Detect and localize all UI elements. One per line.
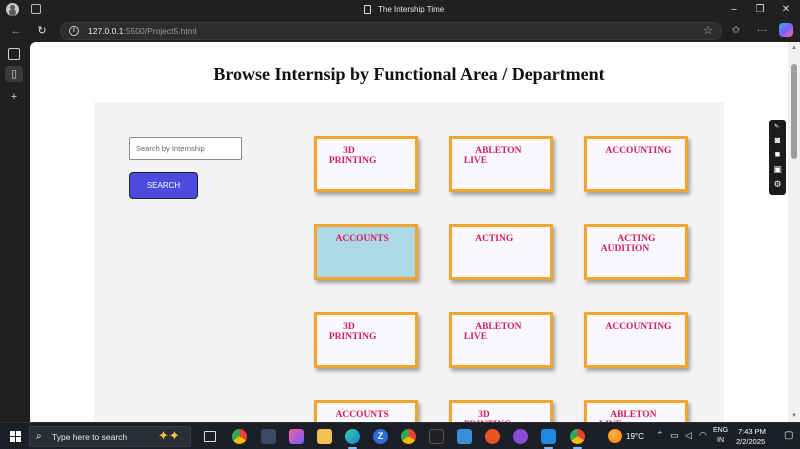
scroll-up-icon[interactable]: ▲ bbox=[791, 45, 797, 51]
content-panel: SEARCH 3D PRINTING ABLETON LIVE ACCOUNTI… bbox=[94, 102, 724, 422]
category-card-label: 3D PRINTING bbox=[464, 410, 512, 422]
page-viewport: Browse Internsip by Functional Area / De… bbox=[30, 42, 788, 422]
scrollbar-thumb[interactable] bbox=[791, 64, 797, 159]
vertical-tab-sidebar: ▯ + bbox=[0, 42, 28, 422]
taskbar-search-box[interactable]: ⌕ Type here to search ✦✦ bbox=[29, 426, 191, 447]
video-camera-icon[interactable]: ■ bbox=[772, 149, 783, 160]
battery-icon[interactable]: ▭ bbox=[670, 430, 679, 441]
title-bar: The Intership Time – ❐ ✕ bbox=[0, 0, 800, 20]
minimize-button[interactable]: – bbox=[727, 3, 741, 17]
category-card-label: ACTING bbox=[452, 234, 514, 244]
edge-icon[interactable] bbox=[345, 429, 360, 449]
chrome-window-icon[interactable] bbox=[570, 429, 585, 449]
close-button[interactable]: ✕ bbox=[779, 3, 793, 17]
file-explorer-icon[interactable] bbox=[317, 429, 332, 444]
tab-actions-icon[interactable] bbox=[8, 48, 20, 60]
sparkle-icon: ✦✦ bbox=[158, 428, 180, 443]
reload-button[interactable]: ↻ bbox=[35, 24, 49, 38]
category-card-label: ACTING AUDITION bbox=[600, 234, 656, 254]
workspaces-icon[interactable] bbox=[31, 4, 41, 14]
category-card[interactable]: ACCOUNTING bbox=[584, 312, 688, 368]
category-card[interactable]: ACCOUNTS bbox=[314, 224, 418, 280]
category-card-label: 3D PRINTING bbox=[328, 322, 377, 342]
github-desktop-icon[interactable] bbox=[513, 429, 528, 444]
category-card-label: ACCOUNTING bbox=[587, 322, 672, 332]
photos-app-icon[interactable] bbox=[261, 429, 276, 444]
vscode-icon[interactable] bbox=[541, 429, 556, 449]
back-button[interactable]: ← bbox=[9, 24, 23, 38]
profile-avatar-icon[interactable] bbox=[6, 3, 19, 16]
search-button[interactable]: SEARCH bbox=[129, 172, 198, 199]
browser-toolbar: ← ↻ i 127.0.0.1:5500/Project5.html ☆ ✩ ·… bbox=[0, 20, 800, 42]
restore-button[interactable]: ❐ bbox=[753, 3, 767, 17]
window-capture-icon[interactable]: ▣ bbox=[772, 164, 783, 175]
taskbar-search-text: Type here to search bbox=[52, 432, 128, 442]
chrome-profile-icon[interactable] bbox=[401, 429, 416, 444]
clock-date[interactable]: 2/2/2025 bbox=[736, 437, 765, 446]
category-card-label: ACCOUNTS bbox=[317, 234, 389, 244]
category-card-label: ACCOUNTING bbox=[587, 146, 672, 156]
category-card[interactable]: ACTING bbox=[449, 224, 553, 280]
windows-taskbar: ⌕ Type here to search ✦✦ Z 19°C ⌃ ▭ ◁ ◠ … bbox=[0, 422, 800, 449]
category-card[interactable]: 3D PRINTING bbox=[314, 136, 418, 192]
camera-icon[interactable]: ◙ bbox=[772, 135, 783, 146]
category-card-label: ABLETON LIVE bbox=[599, 410, 657, 422]
weather-temperature[interactable]: 19°C bbox=[626, 432, 644, 441]
ubuntu-icon[interactable] bbox=[485, 429, 500, 444]
category-card[interactable]: ACTING AUDITION bbox=[584, 224, 688, 280]
search-icon: ⌕ bbox=[36, 431, 42, 442]
new-tab-icon[interactable]: + bbox=[8, 91, 20, 103]
category-card[interactable]: ACCOUNTS bbox=[314, 400, 418, 422]
clock-time[interactable]: 7:43 PM bbox=[738, 427, 766, 436]
category-card[interactable]: ABLETON LIVE bbox=[449, 136, 553, 192]
scroll-down-icon[interactable]: ▼ bbox=[791, 413, 797, 419]
address-bar[interactable]: i 127.0.0.1:5500/Project5.html ☆ bbox=[60, 22, 722, 40]
page-scrollbar[interactable]: ▲ ▼ bbox=[788, 42, 800, 422]
page-icon bbox=[364, 5, 371, 14]
copilot-icon[interactable] bbox=[779, 23, 793, 37]
category-card-label: 3D PRINTING bbox=[328, 146, 377, 166]
category-card[interactable]: ABLETON LIVE bbox=[584, 400, 688, 422]
url-text[interactable]: 127.0.0.1:5500/Project5.html bbox=[88, 26, 197, 36]
category-card-label: ABLETON LIVE bbox=[463, 322, 522, 342]
category-card[interactable]: 3D PRINTING bbox=[449, 400, 553, 422]
favorites-icon[interactable]: ✩ bbox=[728, 23, 744, 39]
terminal-app-icon[interactable] bbox=[429, 429, 444, 444]
toolbar-grip-icon[interactable]: ✎· bbox=[772, 122, 783, 133]
favorite-star-icon[interactable]: ☆ bbox=[703, 24, 713, 37]
page-title: Browse Internsip by Functional Area / De… bbox=[213, 64, 605, 84]
language-region[interactable]: IN bbox=[717, 437, 724, 444]
settings-gear-icon[interactable]: ⚙ bbox=[772, 179, 783, 190]
weather-icon[interactable] bbox=[608, 429, 622, 443]
category-card[interactable]: 3D PRINTING bbox=[314, 312, 418, 368]
windows-start-icon[interactable] bbox=[10, 431, 21, 442]
more-menu-button[interactable]: ··· bbox=[754, 23, 770, 39]
category-card-label: ABLETON LIVE bbox=[463, 146, 522, 166]
search-input[interactable] bbox=[129, 137, 242, 160]
current-tab-icon[interactable]: ▯ bbox=[5, 66, 23, 82]
copilot-app-icon[interactable] bbox=[289, 429, 304, 444]
floating-capture-toolbar: ✎· ◙ ■ ▣ ⚙ bbox=[769, 120, 786, 195]
chrome-icon[interactable] bbox=[232, 429, 247, 444]
category-card-label: ACCOUNTS bbox=[317, 410, 389, 420]
task-view-icon[interactable] bbox=[204, 431, 216, 442]
category-card[interactable]: ABLETON LIVE bbox=[449, 312, 553, 368]
zoom-icon[interactable]: Z bbox=[373, 429, 388, 444]
site-info-icon[interactable]: i bbox=[69, 26, 79, 36]
wifi-icon[interactable]: ◠ bbox=[699, 430, 707, 441]
store-app-icon[interactable] bbox=[457, 429, 472, 444]
notification-icon[interactable]: ▢ bbox=[784, 430, 793, 441]
window-title: The Intership Time bbox=[378, 5, 445, 14]
chevron-up-icon[interactable]: ⌃ bbox=[656, 430, 664, 441]
language-code[interactable]: ENG bbox=[713, 427, 728, 434]
category-card[interactable]: ACCOUNTING bbox=[584, 136, 688, 192]
speaker-icon[interactable]: ◁ bbox=[685, 430, 692, 441]
